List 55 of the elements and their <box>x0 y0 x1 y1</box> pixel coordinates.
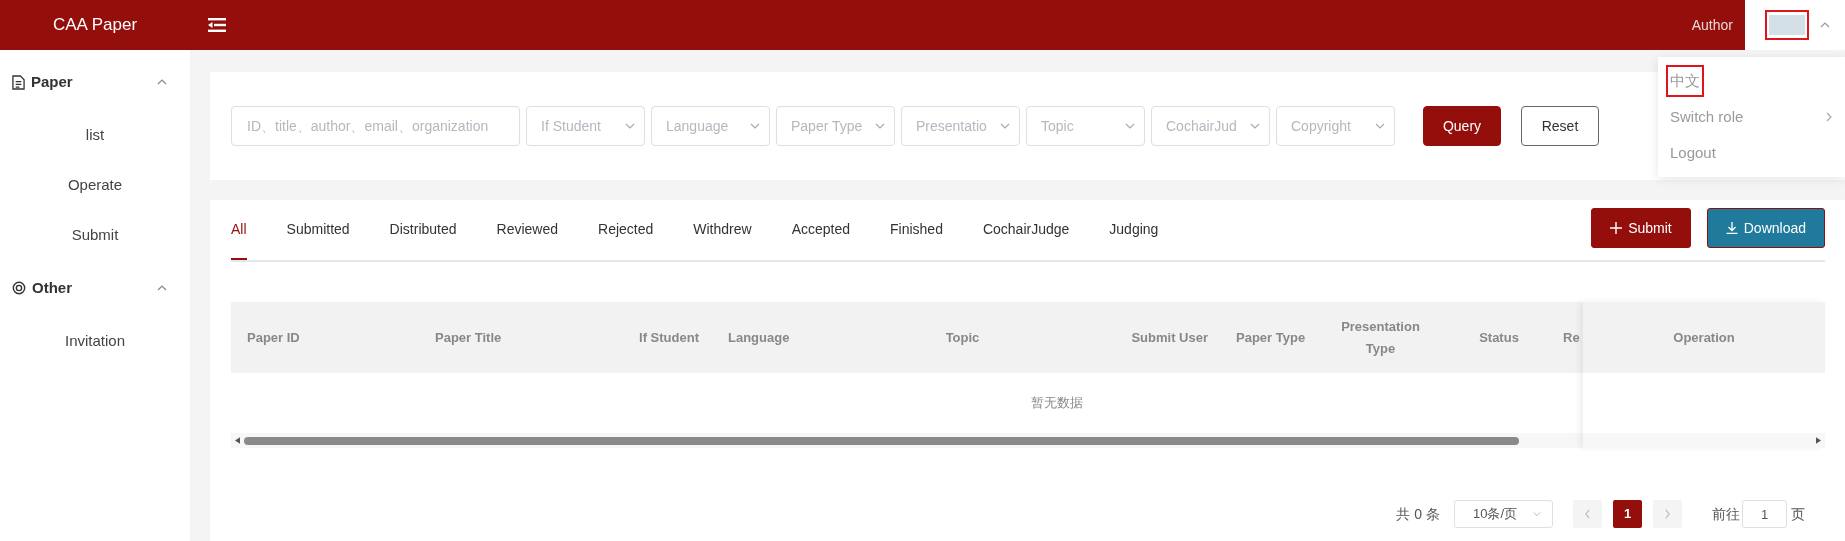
column-header: Submit User <box>1130 328 1209 347</box>
column-header: Paper ID <box>246 328 301 347</box>
column-header: Re <box>1562 328 1581 347</box>
dropdown-icon <box>1532 509 1542 519</box>
chevron-right-icon <box>1664 509 1671 519</box>
tab[interactable]: Distributed <box>389 200 457 260</box>
role-label: Author <box>1691 15 1733 35</box>
sidebar-group[interactable]: Paper <box>0 54 190 110</box>
column-header: Paper Title <box>434 328 503 347</box>
total-count: 共 0 条 <box>1396 504 1440 524</box>
column-header: Paper Type <box>1235 328 1307 347</box>
tab[interactable]: Reviewed <box>496 200 558 260</box>
menu-toggle-icon[interactable] <box>208 17 226 33</box>
page-button[interactable]: 1 <box>1613 500 1642 528</box>
goto-suffix: 页 <box>1791 504 1805 524</box>
tab[interactable]: Rejected <box>598 200 654 260</box>
submit-button[interactable]: Submit <box>1591 208 1691 248</box>
tab[interactable]: Judging <box>1109 200 1159 260</box>
horizontal-scrollbar[interactable] <box>231 433 1583 448</box>
reset-button[interactable]: Reset <box>1521 106 1599 146</box>
sidebar-item[interactable]: list <box>0 110 190 160</box>
tab[interactable]: Accepted <box>791 200 850 260</box>
column-header: Topic <box>944 328 981 347</box>
tab[interactable]: Submitted <box>286 200 350 260</box>
brand-title: CAA Paper <box>52 14 138 37</box>
column-header: Operation <box>1673 328 1735 347</box>
group-title: Other <box>32 277 72 298</box>
search-field[interactable]: ID、title、author、email、organization <box>231 106 520 146</box>
goto-label: 前往 <box>1712 504 1740 524</box>
group-title: Paper <box>31 71 73 92</box>
goto-page-field[interactable]: 1 <box>1742 500 1787 528</box>
plus-icon <box>1610 222 1623 234</box>
column-header: Presentation Type <box>1340 317 1421 358</box>
sidebar-item[interactable]: Operate <box>0 160 190 210</box>
sidebar-group[interactable]: Other <box>0 260 190 316</box>
at-icon <box>12 281 26 295</box>
query-button[interactable]: Query <box>1423 106 1501 146</box>
tab[interactable]: All <box>231 200 247 260</box>
column-header: If Student <box>638 328 700 347</box>
avatar[interactable] <box>1765 10 1809 40</box>
download-button[interactable]: Download <box>1706 208 1825 248</box>
tab[interactable]: Finished <box>890 200 943 260</box>
scroll-right-icon[interactable] <box>1816 437 1821 444</box>
empty-text: 暂无数据 <box>1031 394 1083 413</box>
document-icon <box>12 74 25 90</box>
column-header: Status <box>1478 328 1520 347</box>
tab[interactable]: Withdrew <box>693 200 752 260</box>
chevron-left-icon <box>1584 509 1591 519</box>
page-size-select[interactable]: 10条/页 <box>1454 500 1553 528</box>
tab[interactable]: CochairJudge <box>982 200 1070 260</box>
sidebar-item[interactable]: Invitation <box>0 316 190 366</box>
scroll-left-icon[interactable] <box>235 437 240 444</box>
column-header: Language <box>727 328 791 347</box>
sidebar-item[interactable]: Submit <box>0 210 190 260</box>
download-icon <box>1725 222 1738 234</box>
